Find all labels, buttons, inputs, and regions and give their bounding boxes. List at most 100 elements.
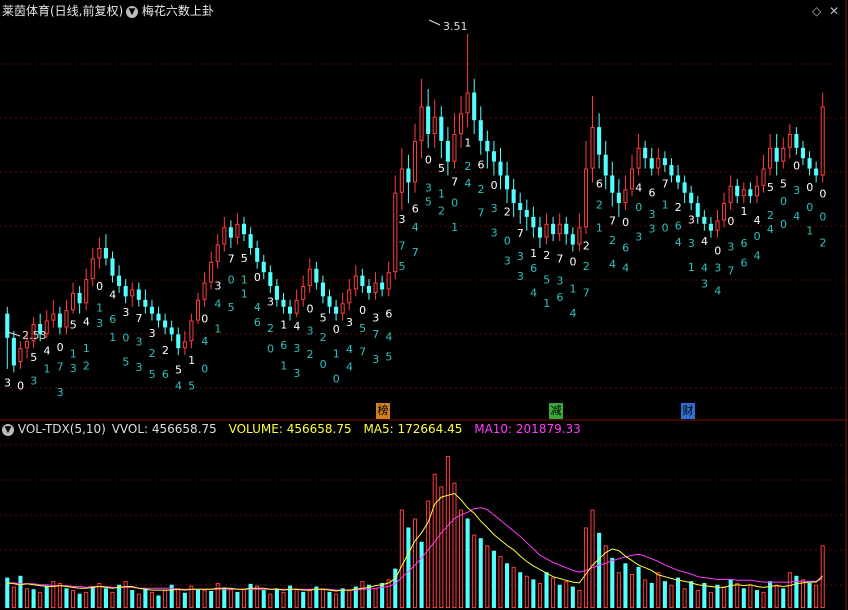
- hexagram-digit: 3: [517, 270, 524, 283]
- event-marker-jian[interactable]: 减: [549, 403, 563, 419]
- hexagram-digit: 1: [464, 136, 471, 149]
- volume-bar-up: [268, 593, 273, 608]
- volume-bar-up: [452, 482, 457, 609]
- candle-body-down: [320, 282, 325, 297]
- hexagram-digit: 5: [241, 252, 248, 265]
- stock-title[interactable]: 莱茵体育(日线,前复权): [2, 2, 123, 20]
- event-marker-bang[interactable]: 榜: [376, 403, 390, 419]
- volume-bar-up: [399, 509, 404, 608]
- candle-body-up: [781, 147, 786, 162]
- candle-body-down: [169, 327, 174, 335]
- hexagram-digit: 0: [425, 154, 432, 167]
- volume-bar-down: [807, 582, 812, 608]
- candle-body-down: [334, 306, 339, 314]
- candle-body-up: [465, 92, 470, 114]
- candle-body-down: [491, 151, 496, 162]
- volume-bar-up: [472, 534, 477, 609]
- hexagram-digit: 6: [412, 203, 419, 216]
- hexagram-digit: 1: [596, 222, 603, 235]
- volume-indicator-name[interactable]: VOL-TDX(5,10): [18, 422, 106, 436]
- volume-bar-down: [182, 592, 187, 608]
- hexagram-digit: 4: [346, 360, 353, 373]
- hexagram-digit: 4: [609, 258, 616, 271]
- hexagram-digit: 5: [122, 356, 129, 369]
- candle-body-down: [498, 161, 503, 176]
- hexagram-digit: 3: [701, 278, 708, 291]
- candle-body-up: [90, 258, 95, 280]
- indicator-selector[interactable]: ▼ 梅花六数上卦: [126, 2, 214, 20]
- candle-body-down: [682, 182, 687, 193]
- candle-body-down: [643, 147, 648, 159]
- hexagram-digit: 7: [412, 246, 419, 259]
- chevron-down-icon[interactable]: ▼: [126, 5, 138, 18]
- candle-body-down: [439, 116, 444, 141]
- close-icon[interactable]: ✕: [829, 2, 839, 20]
- hexagram-digit: 2: [675, 201, 682, 214]
- candle-body-up: [235, 223, 240, 238]
- hexagram-digit: 2: [267, 322, 274, 335]
- volume-bar-down: [340, 588, 345, 608]
- candle-body-down: [103, 248, 108, 259]
- hexagram-digit: 7: [662, 177, 669, 190]
- volume-bar-down: [222, 587, 227, 608]
- candle-body-down: [603, 154, 608, 176]
- candle-body-up: [728, 185, 733, 204]
- hexagram-digit: 2: [306, 348, 313, 361]
- hexagram-digit: 2: [464, 160, 471, 173]
- candle-body-up: [557, 223, 562, 235]
- hexagram-digit: 3: [793, 184, 800, 197]
- volume-bar-down: [478, 538, 483, 608]
- hexagram-digit: 6: [109, 313, 116, 326]
- volume-bar-down: [44, 585, 49, 608]
- hexagram-digit: 1: [530, 247, 537, 260]
- volume-bar-up: [695, 590, 700, 609]
- hexagram-digit: 4: [346, 343, 353, 356]
- volume-bar-down: [794, 575, 799, 608]
- hexagram-digit: 5: [767, 181, 774, 194]
- candle-body-up: [195, 299, 201, 321]
- hexagram-digit: 0: [451, 196, 458, 209]
- volume-bar-down: [781, 588, 786, 608]
- hexagram-digit: 4: [83, 315, 90, 328]
- volume-bar-up: [202, 590, 207, 609]
- hexagram-digit: 6: [162, 368, 169, 381]
- volume-bar-down: [261, 590, 266, 608]
- hexagram-digit: 2: [819, 237, 826, 250]
- hexagram-digit: 2: [609, 234, 616, 247]
- hexagram-digit: 1: [451, 221, 458, 234]
- event-marker-cai[interactable]: 财: [681, 403, 695, 419]
- volume-bar-down: [195, 589, 201, 608]
- volume-bar-up: [590, 509, 595, 608]
- hexagram-digit: 3: [635, 231, 642, 244]
- hexagram-digit: 3: [214, 279, 221, 292]
- candle-body-up: [787, 134, 792, 148]
- volume-bar-down: [754, 590, 759, 608]
- candle-body-down: [511, 189, 516, 204]
- candle-body-up: [458, 113, 464, 134]
- hexagram-digit: 0: [491, 179, 498, 192]
- hexagram-digit: 5: [149, 368, 156, 381]
- hexagram-digit: 3: [4, 377, 11, 390]
- hexagram-digit: 7: [583, 286, 590, 299]
- hexagram-digit: 3: [122, 306, 129, 319]
- hexagram-digit: 3: [30, 375, 37, 388]
- volume-bar-down: [5, 577, 10, 608]
- hexagram-digit: 3: [491, 202, 498, 215]
- chevron-down-icon[interactable]: ▼: [2, 423, 14, 436]
- hexagram-digit: 2: [583, 240, 590, 253]
- hexagram-digit: 4: [714, 285, 721, 298]
- hexagram-digit: 3: [517, 250, 524, 263]
- candle-body-down: [616, 192, 621, 204]
- hexagram-digit: 0: [819, 210, 826, 223]
- candle-body-up: [294, 299, 299, 314]
- candle-body-down: [11, 337, 16, 366]
- candle-body-up: [189, 320, 194, 342]
- volume-bar-up: [24, 588, 30, 609]
- candle-body-down: [426, 106, 431, 134]
- hexagram-digit: 3: [267, 295, 274, 308]
- candle-body-down: [268, 272, 273, 286]
- hexagram-digit: 5: [399, 260, 406, 273]
- diamond-icon[interactable]: ◇: [812, 2, 821, 20]
- hexagram-digit: 6: [741, 257, 748, 270]
- hexagram-digit: 2: [543, 249, 550, 262]
